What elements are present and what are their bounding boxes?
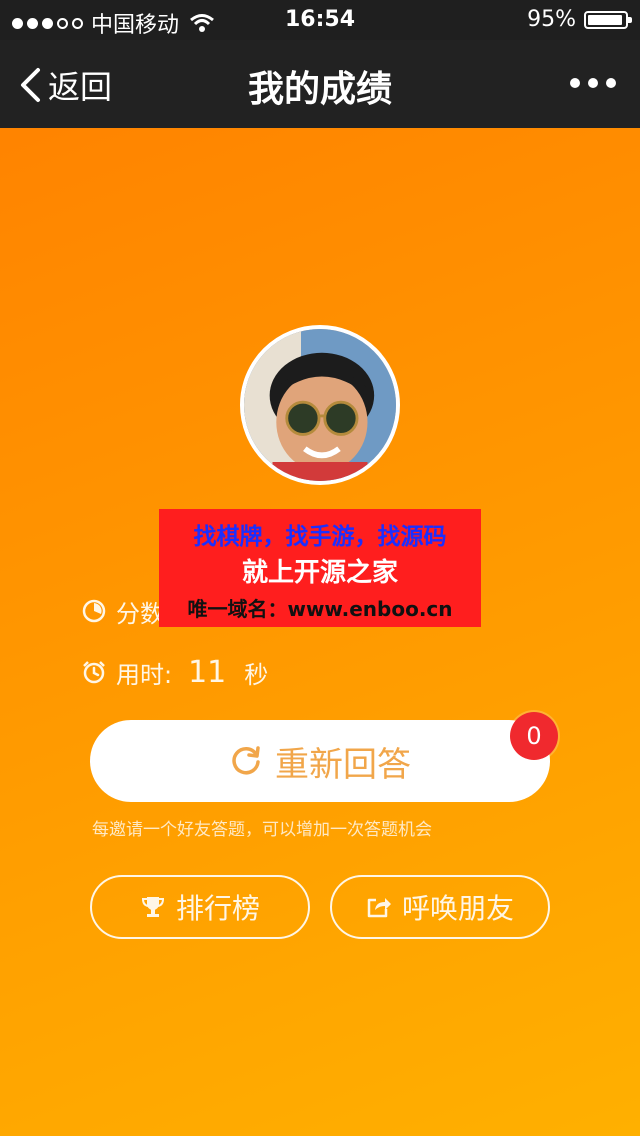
more-dot-icon [606, 78, 616, 88]
ad-banner[interactable]: 找棋牌，找手游，找源码 就上开源之家 唯一域名：www.enboo.cn [159, 509, 481, 627]
pie-chart-icon [82, 599, 106, 623]
ad-line-2: 就上开源之家 [241, 558, 398, 588]
time-row: 用时: 11 秒 [82, 654, 268, 690]
more-menu-button[interactable] [570, 78, 616, 88]
battery-icon [584, 10, 632, 29]
trophy-icon [141, 897, 164, 917]
refresh-icon [232, 746, 260, 775]
time-label: 用时: [116, 660, 173, 689]
time-value: 11 [188, 654, 227, 690]
score-label: 分数 [116, 599, 164, 628]
ad-line-3: 唯一域名：www.enboo.cn [187, 597, 453, 621]
page-title: 我的成绩 [247, 69, 392, 110]
status-bar: 中国移动 16:54 95% [0, 0, 640, 40]
leaderboard-label: 排行榜 [175, 892, 260, 925]
status-right: 95% [527, 7, 632, 32]
invite-hint: 每邀请一个好友答题，可以增加一次答题机会 [92, 820, 432, 840]
nav-bar: 返回 我的成绩 [0, 40, 640, 128]
alarm-clock-icon [83, 661, 105, 684]
retry-label: 重新回答 [275, 744, 411, 785]
ad-line-1: 找棋牌，找手游，找源码 [193, 524, 447, 550]
retry-button[interactable]: 重新回答 [90, 720, 550, 802]
avatar-image [244, 329, 396, 481]
invite-friends-label: 呼唤朋友 [401, 892, 514, 925]
retry-count-badge: 0 [510, 712, 558, 760]
time-unit: 秒 [244, 660, 269, 689]
score-row: 分数 [82, 594, 164, 628]
share-icon [367, 898, 391, 918]
invite-friends-button[interactable]: 呼唤朋友 [330, 875, 550, 939]
leaderboard-button[interactable]: 排行榜 [90, 875, 310, 939]
more-dot-icon [588, 78, 598, 88]
battery-percent: 95% [527, 7, 576, 32]
avatar [240, 325, 400, 485]
more-dot-icon [570, 78, 580, 88]
